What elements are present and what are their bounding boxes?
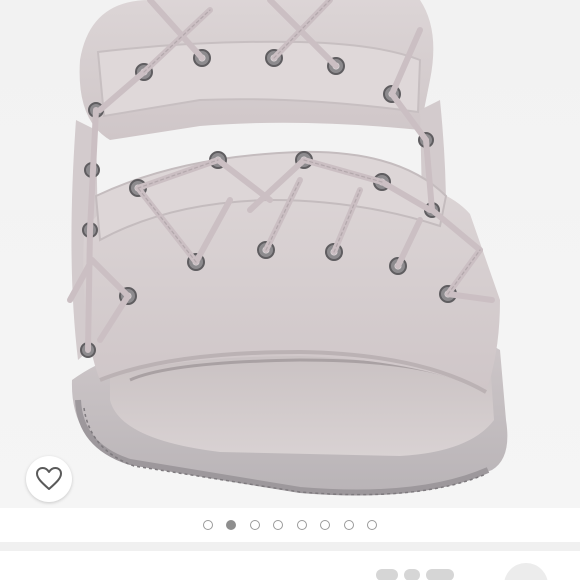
carousel-dot-3[interactable] [249,520,260,530]
seller-avatar[interactable] [504,563,548,580]
carousel-dot-5[interactable] [296,520,307,530]
listing-details-peek [0,551,580,580]
carousel-dot-7[interactable] [343,520,354,530]
carousel-dot-8[interactable] [367,520,378,530]
listing-page [0,0,580,580]
carousel-dot-2[interactable] [226,520,237,530]
carousel-pagination [0,508,580,542]
section-divider [0,542,580,551]
product-photo[interactable] [0,0,580,508]
like-button[interactable] [26,456,72,502]
carousel-dot-6[interactable] [320,520,331,530]
carousel-dot-4[interactable] [273,520,284,530]
listing-title-placeholder [376,569,456,580]
carousel-dot-1[interactable] [202,520,213,530]
heart-icon [36,467,62,490]
sandal-image [0,0,580,508]
